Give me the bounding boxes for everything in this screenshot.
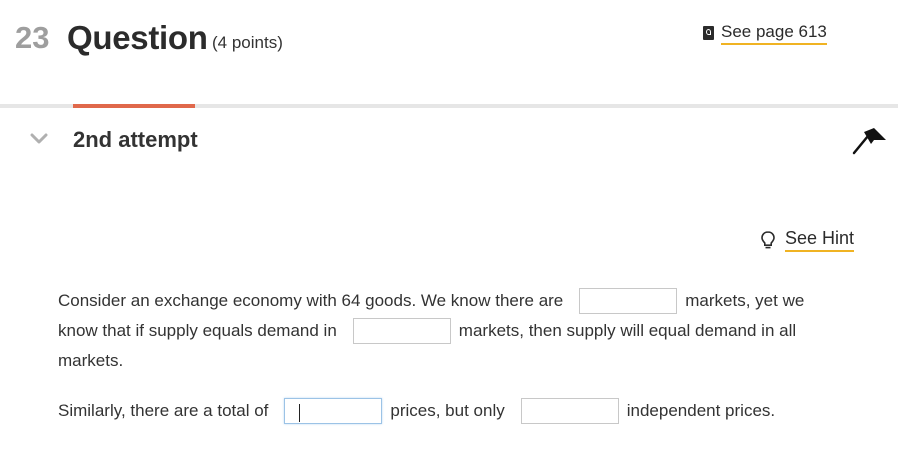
- question-text-segment: markets.: [58, 351, 124, 370]
- question-points: (4 points): [212, 33, 283, 52]
- see-hint-label: See Hint: [785, 227, 855, 252]
- blank-independent-prices[interactable]: [520, 398, 619, 424]
- question-number: 23: [15, 20, 50, 55]
- lightbulb-icon: [761, 230, 775, 248]
- text-cursor: [299, 404, 300, 422]
- flag-icon[interactable]: [852, 126, 888, 156]
- ebook-icon: [703, 26, 714, 40]
- question-line: markets.: [58, 346, 858, 376]
- question-line: Consider an exchange economy with 64 goo…: [58, 286, 858, 316]
- question-text-segment: independent prices.: [626, 401, 776, 420]
- see-hint-button[interactable]: See Hint: [760, 227, 855, 252]
- question-line: Similarly, there are a total of prices, …: [58, 396, 858, 426]
- question-text-segment: know that if supply equals demand in: [58, 321, 337, 340]
- question-text-segment: Consider an exchange economy with 64 goo…: [58, 291, 564, 310]
- question-text-segment: Similarly, there are a total of: [58, 401, 269, 420]
- chevron-down-icon[interactable]: [30, 132, 48, 146]
- question-title: Question: [67, 19, 208, 56]
- active-tab-indicator: [73, 104, 195, 108]
- question-line: know that if supply equals demand in mar…: [58, 316, 858, 346]
- question-body: Consider an exchange economy with 64 goo…: [58, 286, 858, 426]
- question-text-segment: markets, then supply will equal demand i…: [458, 321, 797, 340]
- see-page-link[interactable]: See page 613: [703, 20, 827, 46]
- question-text-segment: prices, but only: [390, 401, 505, 420]
- see-page-label: See page 613: [721, 22, 827, 45]
- blank-cleared-markets[interactable]: [352, 318, 451, 344]
- blank-total-markets[interactable]: [579, 288, 678, 314]
- attempt-label: 2nd attempt: [73, 127, 198, 152]
- question-text-segment: markets, yet we: [685, 291, 805, 310]
